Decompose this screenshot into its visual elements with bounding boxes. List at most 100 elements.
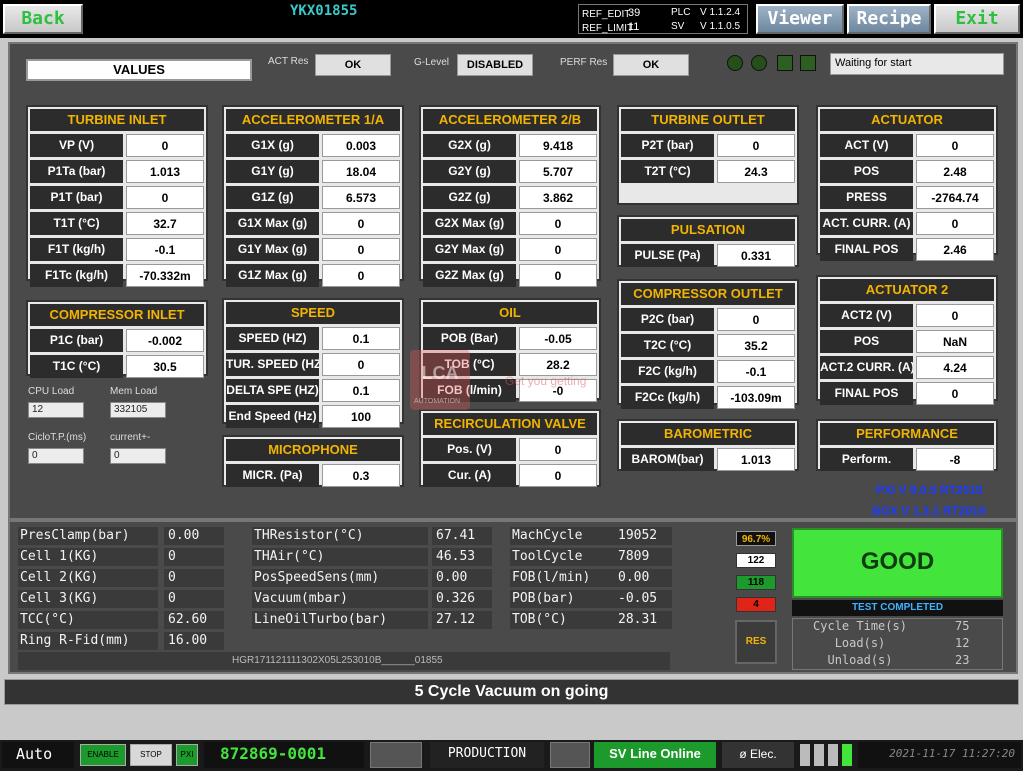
panel-title: ACCELEROMETER 2/B [423,109,597,131]
sv-version: V 1.1.0.5 [700,21,741,32]
ciclo-value: 0 [28,448,84,464]
value-row: G2Z (g) 3.862 [423,186,597,209]
perf-res-value: OK [613,54,689,76]
value-label: SPEED (HZ) [226,327,319,350]
result-good-indicator: GOOD [792,528,1003,598]
total-counter: 122 [736,553,776,568]
production-indicator: PRODUCTION [430,742,544,768]
value-label: G2Z Max (g) [423,264,516,287]
act-res-value: OK [315,54,391,76]
value-label: G1Y (g) [226,160,319,183]
value-row: F2C (kg/h) -0.1 [621,360,795,383]
data-label: FOB(l/min) [510,569,614,587]
elec-indicator: ø Elec. [722,742,794,768]
exit-button[interactable]: Exit [934,4,1020,34]
value-label: F2Cc (kg/h) [621,386,714,409]
value-row: T2T (°C) 24.3 [621,160,795,183]
values-label: VALUES [26,59,252,81]
value-field: -0.1 [717,360,795,383]
panel-title: PERFORMANCE [820,423,994,445]
actuator-panel: ACTUATOR ACT (V) 0 POS 2.48 PRESS -2764.74 ACT.… [816,105,998,261]
value-label: FINAL POS [820,238,913,261]
value-field: 0.003 [322,134,400,157]
blank-indicator-2 [550,742,590,768]
data-label: PresClamp(bar) [18,527,158,545]
viewer-button[interactable]: Viewer [756,4,844,34]
panel-title: COMPRESSOR OUTLET [621,283,795,305]
data-label: Cell 3(KG) [18,590,158,608]
value-row: MICR. (Pa) 0.3 [226,464,400,487]
data-label: MachCycle [510,527,614,545]
sv-line-online-indicator: SV Line Online [594,742,716,768]
value-field: NaN [916,330,994,353]
data-value: 0.00 [164,527,224,545]
value-label: MICR. (Pa) [226,464,319,487]
value-field: 35.2 [717,334,795,357]
value-label: F1T (kg/h) [30,238,123,261]
datetime-display: 2021-11-17 11:27:20 [858,742,1021,768]
panel-title: TURBINE INLET [30,109,204,131]
data-label: Cell 2(KG) [18,569,158,587]
value-label: F1Tc (kg/h) [30,264,123,287]
square-indicator-2 [800,55,816,71]
square-indicator-1 [777,55,793,71]
value-field: -0.1 [126,238,204,261]
value-label: BAROM(bar) [621,448,714,471]
value-field: 0 [322,353,400,376]
accelerometer-2-panel: ACCELEROMETER 2/B G2X (g) 9.418 G2Y (g) 5.70… [419,105,601,287]
stop-button[interactable]: STOP [130,744,172,766]
current-label: current+- [110,432,151,443]
data-value: 0 [164,569,224,587]
blank-indicator-1 [370,742,422,768]
ref-limit-value: 11 [628,21,640,33]
cycle-time-value: 75 [955,619,970,633]
panel-title: ACCELEROMETER 1/A [226,109,400,131]
data-label: POB(bar) [510,590,614,608]
value-field: 32.7 [126,212,204,235]
data-label: TCC(°C) [18,611,158,629]
performance-panel: PERFORMANCE Perform. -8 [816,419,998,471]
value-row: ACT.2 CURR. (A) 4.24 [820,356,994,379]
cpu-load-label: CPU Load [28,386,75,397]
value-field: -103.09m [717,386,795,409]
machine-id: YKX01855 [290,3,358,19]
enable-button[interactable]: ENABLE [80,744,126,766]
value-row: P2T (bar) 0 [621,134,795,157]
panel-title: ACTUATOR [820,109,994,131]
value-label: G2X Max (g) [423,212,516,235]
value-field: 0 [916,212,994,235]
reset-button[interactable]: RES [735,620,777,664]
data-value: 0 [164,548,224,566]
data-value: 0 [164,590,224,608]
value-field: 1.013 [126,160,204,183]
value-row: ACT2 (V) 0 [820,304,994,327]
unload-value: 23 [955,653,970,667]
value-field: -70.332m [126,264,204,287]
value-label: ACT2 (V) [820,304,913,327]
back-button[interactable]: Back [3,4,83,34]
unload-label: Unload(s) [827,653,893,667]
value-field: 0.3 [322,464,400,487]
value-field: 2.48 [916,160,994,183]
panel-title: MICROPHONE [226,439,400,461]
value-row: G2Z Max (g) 0 [423,264,597,287]
value-field: 0.331 [717,244,795,267]
panel-title: SPEED [226,302,400,324]
value-field: 1.013 [717,448,795,471]
data-value: 0.00 [432,569,492,587]
recipe-button[interactable]: Recipe [847,4,931,34]
panel-title: TURBINE OUTLET [621,109,795,131]
value-field: 5.707 [519,160,597,183]
value-field: 0 [126,186,204,209]
value-field: -2764.74 [916,186,994,209]
data-label: THAir(°C) [252,548,428,566]
microphone-panel: MICROPHONE MICR. (Pa) 0.3 [222,435,404,487]
value-label: F2C (kg/h) [621,360,714,383]
data-value: 7809 [614,548,672,566]
mode-indicator: Auto [2,742,74,768]
value-row: G2Y Max (g) 0 [423,238,597,261]
data-value: 27.12 [432,611,492,629]
recirculation-valve-panel: RECIRCULATION VALVE Pos. (V) 0 Cur. (A) 0 [419,409,601,487]
panel-title: COMPRESSOR INLET [30,304,204,326]
value-row: TUR. SPEED (HZ) 0 [226,353,400,376]
